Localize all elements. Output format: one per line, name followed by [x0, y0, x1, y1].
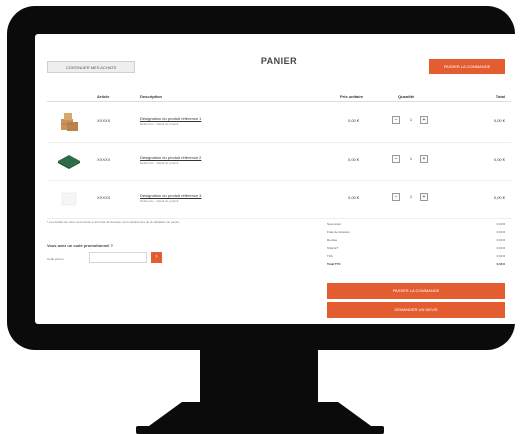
screen: CONTINUER MES ACHATS PANIER PASSER LA CO… — [35, 34, 520, 324]
column-header-quantity: Quantité — [398, 94, 415, 99]
checkout-button-top[interactable]: PASSER LA COMMANDE — [429, 59, 505, 74]
row-reference: XXXXX — [97, 195, 111, 200]
quantity-decrease-button[interactable]: − — [392, 116, 400, 124]
column-header-article: Article — [97, 94, 110, 99]
quantity-value[interactable]: 1 — [404, 155, 418, 163]
monitor-neck — [200, 350, 318, 406]
summary-row: TVA 0,00 € — [327, 254, 505, 261]
row-description-link[interactable]: Désignation du produit référence 1 — [140, 116, 320, 121]
summary-value: 0,00 € — [496, 222, 505, 226]
row-description-detail: Référence · Détail du produit — [140, 161, 179, 165]
quantity-decrease-button[interactable]: − — [392, 155, 400, 163]
row-total: 0,00 € — [493, 195, 505, 200]
row-reference: XXXXX — [97, 118, 111, 123]
summary-label: Frais de livraison — [327, 230, 350, 234]
table-row: XXXXX Désignation du produit référence 2… — [35, 143, 520, 181]
summary-label: Remise — [327, 238, 338, 242]
monitor-base — [136, 426, 384, 434]
row-unit-price: 0,00 € — [348, 157, 360, 162]
summary-value: 0,00 € — [496, 262, 505, 266]
row-total: 0,00 € — [493, 118, 505, 123]
promo-code-input[interactable] — [89, 252, 147, 263]
row-description-detail: Référence · Détail du produit — [140, 199, 179, 203]
column-header-description: Description — [140, 94, 163, 99]
header-divider — [47, 101, 511, 102]
summary-row: Remise 0,00 € — [327, 238, 505, 245]
summary-value: 0,00 € — [496, 230, 505, 234]
quantity-value[interactable]: 1 — [404, 193, 418, 201]
quantity-stepper: − 1 + — [392, 155, 432, 163]
quantity-decrease-button[interactable]: − — [392, 193, 400, 201]
promo-apply-button[interactable]: › — [151, 252, 162, 263]
table-row: XXXXX Désignation du produit référence 3… — [35, 181, 520, 219]
promo-question: Vous avez un code promotionnel ? — [47, 243, 113, 248]
row-description-link[interactable]: Désignation du produit référence 3 — [140, 193, 320, 198]
column-header-unit-price: Prix unitaire — [340, 94, 364, 99]
summary-value: 0,00 € — [496, 246, 505, 250]
table-row: XXXXX Désignation du produit référence 1… — [35, 104, 520, 142]
cardboard-boxes-icon — [61, 113, 78, 131]
green-mat-icon — [58, 155, 80, 169]
row-description-link[interactable]: Désignation du produit référence 2 — [140, 155, 320, 160]
quantity-value[interactable]: 1 — [404, 116, 418, 124]
quantity-increase-button[interactable]: + — [420, 116, 428, 124]
quantity-stepper: − 1 + — [392, 193, 432, 201]
summary-row: Total HT 0,00 € — [327, 246, 505, 253]
promo-label: Code promo — [47, 257, 64, 261]
row-unit-price: 0,00 € — [348, 118, 360, 123]
row-total: 0,00 € — [493, 157, 505, 162]
quantity-stepper: − 1 + — [392, 116, 432, 124]
white-product-icon — [61, 192, 77, 206]
checkout-button[interactable]: PASSER LA COMMANDE — [327, 283, 505, 299]
summary-row: Frais de livraison 0,00 € — [327, 230, 505, 237]
column-header-total: Total — [495, 94, 505, 99]
quantity-increase-button[interactable]: + — [420, 155, 428, 163]
quantity-increase-button[interactable]: + — [420, 193, 428, 201]
row-reference: XXXXX — [97, 157, 111, 162]
summary-row: Sous-total 0,00 € — [327, 222, 505, 229]
summary-label: TVA — [327, 254, 333, 258]
cart-note: * Les détails de votre commande et les f… — [47, 220, 180, 224]
summary-label: Sous-total — [327, 222, 341, 226]
summary-value: 0,00 € — [496, 238, 505, 242]
row-description-detail: Référence · Détail du produit — [140, 122, 179, 126]
summary-label: Total TTC — [327, 262, 341, 266]
summary-label: Total HT — [327, 246, 339, 250]
row-unit-price: 0,00 € — [348, 195, 360, 200]
summary-total-row: Total TTC 0,00 € — [327, 262, 505, 269]
summary-value: 0,00 € — [496, 254, 505, 258]
row-divider — [47, 218, 511, 219]
request-quote-button[interactable]: DEMANDER UN DEVIS — [327, 302, 505, 318]
monitor-bezel: CONTINUER MES ACHATS PANIER PASSER LA CO… — [7, 6, 520, 350]
